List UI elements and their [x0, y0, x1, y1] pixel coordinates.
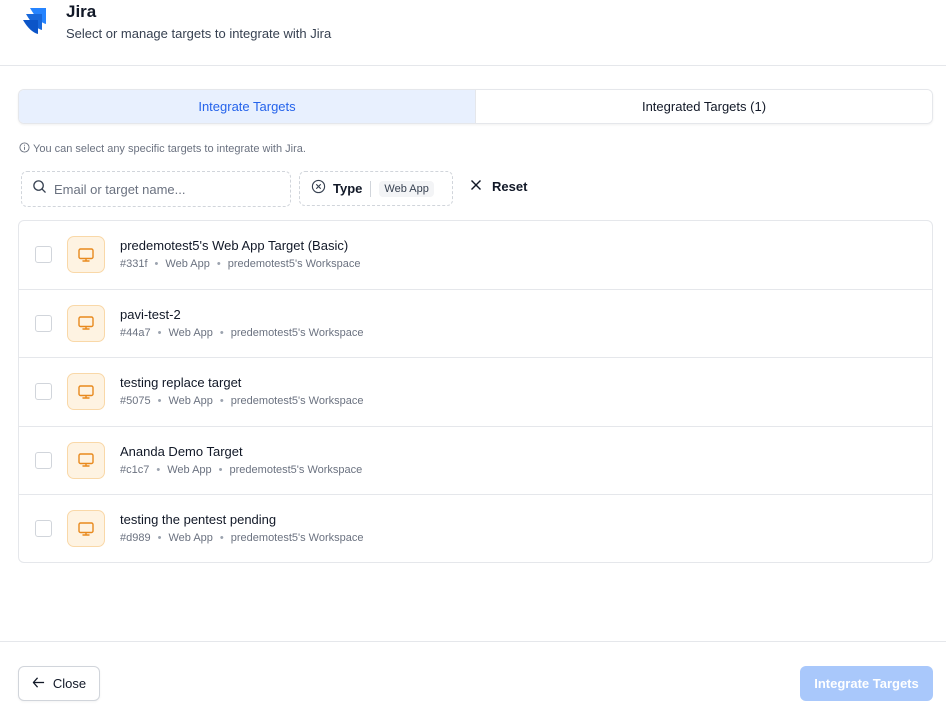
target-meta: #c1c7 • Web App • predemotest5's Workspace	[120, 464, 362, 476]
target-meta: #44a7 • Web App • predemotest5's Workspace	[120, 327, 364, 339]
tab-integrate-targets[interactable]: Integrate Targets	[19, 90, 475, 123]
target-workspace: predemotest5's Workspace	[230, 326, 364, 339]
separator-dot: •	[157, 532, 162, 545]
type-filter-label: Type	[333, 181, 363, 196]
close-icon	[470, 179, 482, 194]
target-name: testing the pentest pending	[120, 512, 277, 528]
target-workspace: predemotest5's Workspace	[230, 532, 364, 545]
hint-text: You can select any specific targets to i…	[19, 142, 306, 156]
separator-dot: •	[156, 463, 161, 476]
target-workspace: predemotest5's Workspace	[227, 258, 361, 270]
target-id: #5075	[120, 395, 151, 408]
monitor-icon	[67, 510, 105, 548]
close-label: Close	[52, 676, 87, 691]
target-row[interactable]: testing replace target #5075 • Web App • p…	[19, 358, 932, 427]
search-icon	[32, 179, 47, 199]
target-checkbox[interactable]	[35, 314, 52, 332]
monitor-icon	[67, 236, 105, 273]
page-title: Jira	[66, 2, 97, 21]
jira-logo-icon	[22, 4, 50, 34]
target-row[interactable]: Ananda Demo Target #c1c7 • Web App • prede…	[19, 427, 932, 496]
integrate-targets-button[interactable]: Integrate Targets	[800, 666, 933, 701]
separator-dot: •	[157, 395, 162, 408]
type-filter[interactable]: Type Web App	[299, 171, 453, 206]
monitor-icon	[67, 373, 105, 411]
separator-dot: •	[154, 258, 159, 270]
target-id: #c1c7	[120, 463, 150, 476]
monitor-icon	[67, 304, 105, 342]
dialog-footer: Close Integrate Targets	[0, 641, 946, 715]
target-name: Ananda Demo Target	[120, 443, 243, 459]
target-type: Web App	[168, 326, 213, 339]
page-subtitle: Select or manage targets to integrate wi…	[66, 26, 332, 41]
monitor-icon	[67, 441, 105, 479]
target-name: predemotest5's Web App Target (Basic)	[120, 238, 349, 253]
target-row[interactable]: predemotest5's Web App Target (Basic) #3…	[19, 221, 932, 290]
info-icon	[19, 142, 30, 156]
target-workspace: predemotest5's Workspace	[230, 395, 364, 408]
target-name: pavi-test-2	[120, 306, 181, 322]
target-list: predemotest5's Web App Target (Basic) #3…	[18, 220, 933, 563]
target-meta: #5075 • Web App • predemotest5's Workspace	[120, 395, 364, 407]
target-id: #44a7	[120, 326, 151, 339]
target-workspace: predemotest5's Workspace	[229, 463, 363, 476]
tab-integrated-targets[interactable]: Integrated Targets (1)	[475, 90, 932, 123]
target-type: Web App	[168, 395, 213, 408]
separator-dot: •	[219, 532, 224, 545]
tab-bar: Integrate Targets Integrated Targets (1)	[18, 89, 933, 124]
target-id: #d989	[120, 532, 151, 545]
target-checkbox[interactable]	[35, 246, 52, 263]
separator-dot: •	[219, 326, 224, 339]
target-checkbox[interactable]	[35, 520, 52, 538]
search-input[interactable]	[54, 181, 274, 197]
target-name: testing replace target	[120, 375, 242, 391]
type-filter-value: Web App	[379, 180, 434, 197]
target-id: #331f	[120, 258, 148, 270]
close-button[interactable]: Close	[18, 666, 100, 701]
search-box	[21, 171, 291, 207]
separator-dot: •	[216, 258, 221, 270]
separator-dot: •	[218, 463, 223, 476]
target-checkbox[interactable]	[35, 383, 52, 401]
target-row[interactable]: testing the pentest pending #d989 • Web A…	[19, 495, 932, 562]
target-row[interactable]: pavi-test-2 #44a7 • Web App • predemotest5…	[19, 290, 932, 359]
target-type: Web App	[167, 463, 212, 476]
target-checkbox[interactable]	[35, 451, 52, 469]
filter-divider	[370, 180, 372, 197]
hint-label: You can select any specific targets to i…	[33, 143, 306, 155]
separator-dot: •	[219, 395, 224, 408]
clear-filter-icon[interactable]	[311, 179, 326, 199]
target-type: Web App	[165, 258, 210, 270]
arrow-left-icon	[32, 676, 45, 692]
separator-dot: •	[157, 326, 162, 339]
target-type: Web App	[168, 532, 213, 545]
target-meta: #d989 • Web App • predemotest5's Workspace	[120, 532, 364, 544]
target-meta: #331f • Web App • predemotest5's Workspace	[120, 258, 360, 270]
reset-button[interactable]: Reset	[470, 179, 527, 194]
dialog-header: Jira Select or manage targets to integra…	[0, 0, 946, 66]
reset-label: Reset	[492, 179, 528, 194]
